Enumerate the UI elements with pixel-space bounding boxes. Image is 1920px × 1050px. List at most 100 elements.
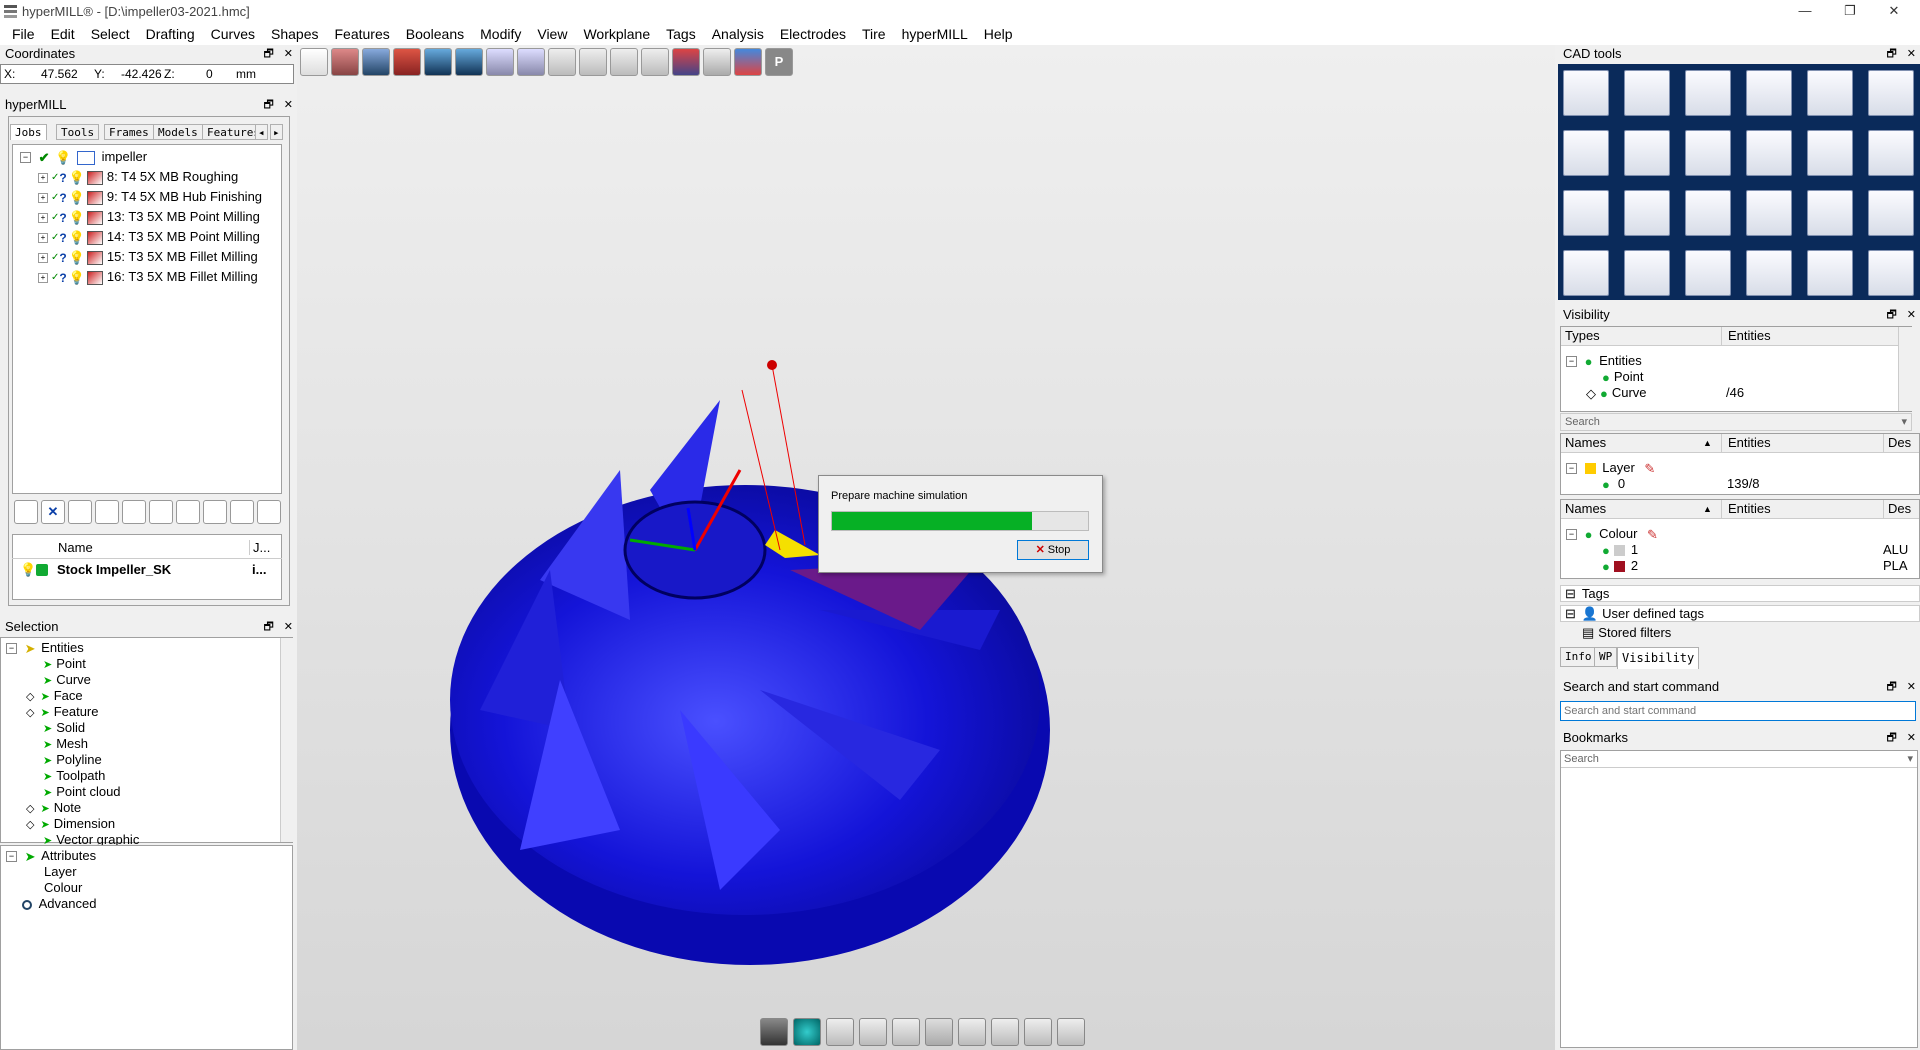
types-row-point[interactable]: ● Point [1602,369,1644,385]
menu-booleans[interactable]: Booleans [398,23,472,45]
settings-icon[interactable] [455,48,483,76]
menu-edit[interactable]: Edit [43,23,83,45]
colour-item-2[interactable]: ● 2 [1602,558,1638,574]
collapse-icon[interactable]: − [20,152,31,164]
job-item[interactable]: + ✓? 💡 16: T3 5X MB Fillet Milling [38,269,258,285]
menu-view[interactable]: View [529,23,575,45]
cube-icon[interactable] [672,48,700,76]
info-2-icon[interactable] [517,48,545,76]
chart-icon[interactable] [257,500,281,524]
collapse-icon[interactable]: − [6,851,17,863]
expand-icon[interactable]: + [38,192,48,203]
menu-curves[interactable]: Curves [203,23,263,45]
collapse-icon[interactable]: − [1566,529,1577,541]
selection-item[interactable]: ➤ Point cloud [26,784,121,800]
attr-item-colour[interactable]: Colour [44,880,82,896]
frame-icon[interactable] [1868,130,1914,176]
types-row-entities[interactable]: − ● Entities [1566,353,1642,369]
menu-tags[interactable]: Tags [658,23,704,45]
close-panel-icon[interactable]: ✕ [1907,732,1916,744]
float-icon[interactable]: 🗗 [1886,309,1896,321]
extrude-icon[interactable] [1685,250,1731,296]
revolve-icon[interactable] [1746,250,1792,296]
float-icon[interactable]: 🗗 [1886,48,1896,60]
user-tags-row[interactable]: ⊟ 👤 User defined tags [1560,605,1920,622]
info-icon[interactable] [1563,70,1609,116]
solid-icon[interactable] [1807,190,1853,236]
selection-item[interactable]: ◇ ➤ Face [26,688,83,704]
sphere-icon[interactable] [793,1018,821,1046]
tab-info[interactable]: Info [1560,647,1597,667]
tab-jobs[interactable]: Jobs [10,124,47,140]
patch-icon[interactable] [1624,250,1670,296]
p-icon[interactable]: P [765,48,793,76]
fillet-icon[interactable] [1868,190,1914,236]
pen-icon[interactable] [95,500,119,524]
tab-scroll-right-icon[interactable]: ▸ [270,124,283,140]
postproc-icon[interactable] [203,500,227,524]
pencil-icon[interactable]: ✎ [1644,461,1655,477]
expand-icon[interactable]: + [38,272,48,283]
render-icon[interactable] [734,48,762,76]
new-file-icon[interactable] [300,48,328,76]
tags-row[interactable]: ⊟ Tags [1560,585,1920,602]
line-icon[interactable] [1746,190,1792,236]
plane-2-icon[interactable] [1563,250,1609,296]
menu-select[interactable]: Select [83,23,138,45]
globe-icon[interactable] [1057,1018,1085,1046]
selection-item[interactable]: ➤ Curve [26,672,91,688]
tab-wp[interactable]: WP [1594,647,1618,667]
tab-tools[interactable]: Tools [56,124,100,140]
curve-icon[interactable] [1807,70,1853,116]
expand-icon[interactable]: + [38,212,48,223]
command-search-input[interactable] [1560,701,1916,721]
undo-icon[interactable] [548,48,576,76]
selection-item[interactable]: ➤ Mesh [26,736,88,752]
job-item[interactable]: + ✓? 💡 13: T3 5X MB Point Milling [38,209,260,225]
colour-item-1[interactable]: ● 1 [1602,542,1638,558]
star-info-icon[interactable] [1746,70,1792,116]
float-icon[interactable]: 🗗 [263,48,273,60]
repeat-icon[interactable] [610,48,638,76]
stored-filters-row[interactable]: ▤ Stored filters [1560,625,1920,642]
close-panel-icon[interactable]: ✕ [1907,681,1916,693]
dropdown-icon[interactable]: ▾ [1907,751,1913,767]
attributes-root[interactable]: − ➤ Attributes [6,848,96,864]
simulation-icon[interactable] [176,500,200,524]
selection-item[interactable]: ➤ Polyline [26,752,102,768]
menu-hypermill[interactable]: hyperMILL [894,23,976,45]
plane-icon[interactable] [1624,130,1670,176]
types-search[interactable]: Search ▾ [1560,413,1912,431]
dimension-icon[interactable] [1563,130,1609,176]
report-icon[interactable] [230,500,254,524]
blend-icon[interactable] [1807,250,1853,296]
stop-button[interactable]: ✕ Stop [1017,540,1089,560]
menu-features[interactable]: Features [326,23,397,45]
expand-icon[interactable]: + [38,252,48,263]
attr-item-layer[interactable]: Layer [44,864,77,880]
corner-icon[interactable] [1807,130,1853,176]
menu-electrodes[interactable]: Electrodes [772,23,854,45]
collapse-icon[interactable]: ⊟ [1565,586,1576,601]
brush-icon[interactable] [1024,1018,1052,1046]
menu-file[interactable]: File [4,23,43,45]
job-item[interactable]: + ✓? 💡 8: T4 5X MB Roughing [38,169,238,185]
minimize-icon[interactable]: — [1791,2,1819,20]
float-icon[interactable]: 🗗 [263,99,273,111]
surface-icon[interactable] [1685,130,1731,176]
bookmarks-list[interactable] [1560,750,1918,1048]
selection-item[interactable]: ➤ Solid [26,720,85,736]
display-icon[interactable] [1685,70,1731,116]
cut-icon[interactable] [991,1018,1019,1046]
menu-drafting[interactable]: Drafting [138,23,203,45]
close-panel-icon[interactable]: ✕ [284,48,293,60]
impeller-model[interactable] [420,330,1080,990]
types-row-curve[interactable]: ◇ ● Curve [1586,385,1647,401]
arc-icon[interactable] [1868,70,1914,116]
grid-icon[interactable] [925,1018,953,1046]
tab-visibility[interactable]: Visibility [1617,647,1700,669]
open-file-icon[interactable] [331,48,359,76]
measure-icon[interactable] [958,1018,986,1046]
pencil-icon[interactable]: ✎ [1647,527,1658,543]
delete-icon[interactable]: ✕ [41,500,65,524]
